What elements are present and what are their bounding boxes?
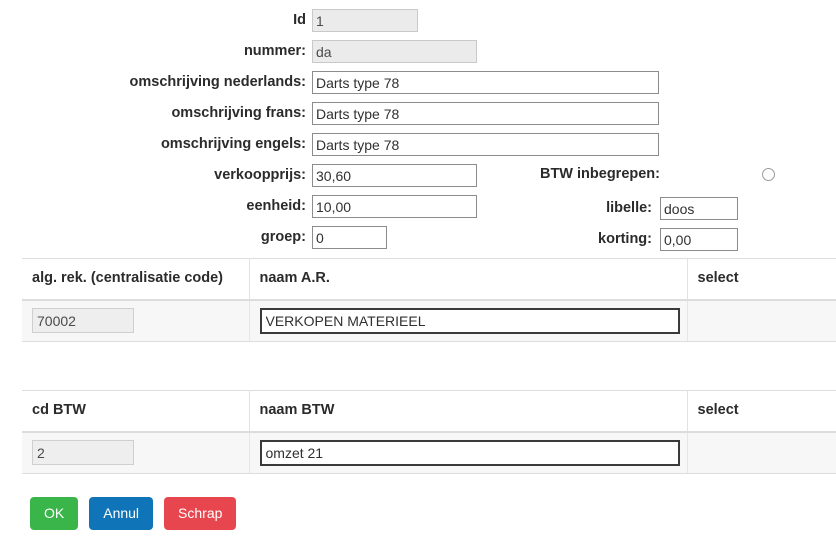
column-header-select: select (687, 257, 836, 301)
libelle-input[interactable] (660, 197, 738, 220)
label-omschrijving-frans: omschrijving frans: (171, 105, 306, 122)
cell-cd-btw (22, 431, 250, 474)
groep-input[interactable] (312, 226, 387, 249)
form-row-btw-inbegrepen: BTW inbegrepen: (420, 167, 780, 182)
table-row (22, 431, 836, 474)
cell-alg-rek-code (22, 299, 250, 342)
cancel-button[interactable]: Annul (89, 497, 154, 530)
field-cell-omschrijving-engels (310, 133, 659, 156)
korting-input[interactable] (660, 228, 738, 251)
cell-select-btw[interactable] (687, 431, 836, 474)
cell-naam-ar (249, 299, 688, 342)
column-header-naam-btw: naam BTW (249, 389, 688, 433)
label-eenheid: eenheid: (246, 198, 306, 215)
column-header-select: select (687, 389, 836, 433)
form-row-omschrijving-nederlands: omschrijving nederlands: (0, 67, 836, 98)
action-button-bar: OK Annul Schrap (30, 497, 237, 530)
cell-naam-btw (249, 431, 688, 474)
form-row-id: Id (0, 5, 836, 36)
column-header-alg-rek: alg. rek. (centralisatie code) (22, 257, 250, 301)
form-row-korting: korting: (420, 228, 780, 251)
label-omschrijving-nederlands: omschrijving nederlands: (129, 74, 306, 91)
field-cell-omschrijving-frans (310, 102, 659, 125)
nummer-input[interactable] (312, 40, 477, 63)
label-nummer: nummer: (243, 43, 306, 60)
field-cell-groep (310, 226, 387, 249)
field-cell-nummer (310, 40, 477, 63)
form-row-omschrijving-frans: omschrijving frans: (0, 98, 836, 129)
alg-rek-code-input[interactable] (32, 308, 134, 334)
form-row-nummer: nummer: (0, 36, 836, 67)
btw-table-wrapper: cd BTW naam BTW select (22, 389, 836, 474)
artikel-edit-page: Id nummer: omschrijving nederlands: omsc… (0, 0, 836, 539)
table-header-row: cd BTW naam BTW select (22, 389, 836, 433)
label-libelle: libelle: (606, 200, 652, 217)
id-input[interactable] (312, 9, 418, 32)
form-row-omschrijving-engels: omschrijving engels: (0, 129, 836, 160)
table-header-row: alg. rek. (centralisatie code) naam A.R.… (22, 257, 836, 301)
naam-btw-input[interactable] (259, 439, 680, 466)
omschrijving-engels-input[interactable] (312, 133, 659, 156)
label-verkoopprijs: verkoopprijs: (214, 167, 306, 184)
label-id: Id (293, 12, 306, 29)
omschrijving-nederlands-input[interactable] (312, 71, 659, 94)
cd-btw-input[interactable] (32, 440, 134, 466)
column-header-naam-ar: naam A.R. (249, 257, 688, 301)
algemene-rekening-table: alg. rek. (centralisatie code) naam A.R.… (22, 257, 836, 342)
label-btw-inbegrepen: BTW inbegrepen: (539, 166, 660, 182)
algemene-rekening-table-wrapper: alg. rek. (centralisatie code) naam A.R.… (22, 257, 836, 342)
form-row-libelle: libelle: (420, 197, 780, 220)
field-cell-omschrijving-nederlands (310, 71, 659, 94)
label-groep: groep: (260, 229, 306, 246)
field-cell-id (310, 9, 418, 32)
btw-table: cd BTW naam BTW select (22, 389, 836, 474)
cell-select-ar[interactable] (687, 299, 836, 342)
label-omschrijving-engels: omschrijving engels: (160, 136, 306, 153)
label-korting: korting: (598, 231, 652, 248)
radio-unchecked-icon[interactable] (762, 167, 775, 181)
omschrijving-frans-input[interactable] (312, 102, 659, 125)
table-row (22, 299, 836, 342)
delete-button[interactable]: Schrap (164, 497, 237, 530)
naam-ar-input[interactable] (259, 307, 680, 334)
column-header-cd-btw: cd BTW (22, 389, 250, 433)
ok-button[interactable]: OK (30, 497, 79, 530)
